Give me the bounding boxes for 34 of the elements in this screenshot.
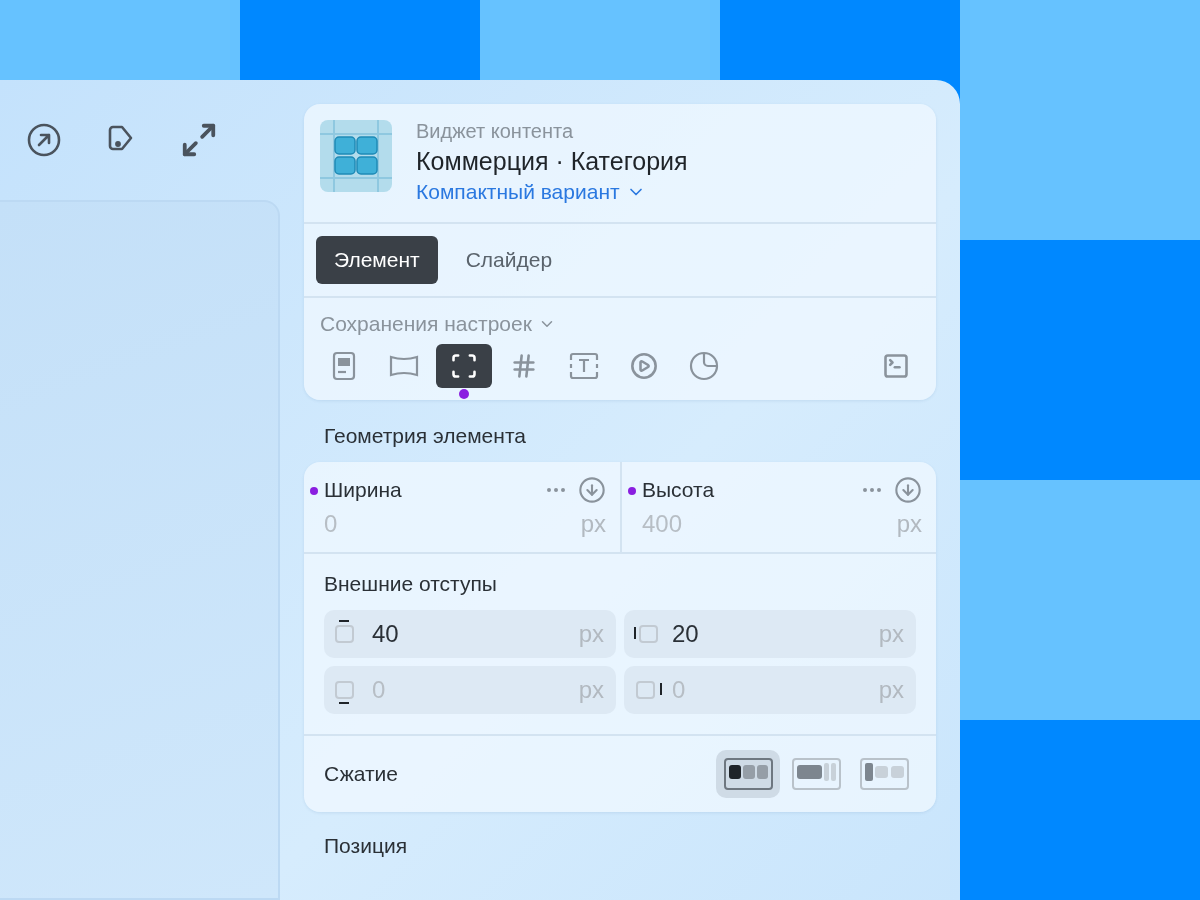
value-input[interactable]: 20	[672, 620, 869, 648]
section-title: Позиция	[323, 833, 409, 858]
terminal-icon	[882, 352, 910, 380]
tool-button[interactable]	[436, 344, 492, 388]
grid-icon	[510, 352, 538, 380]
widget-title: Коммерция · Категория	[416, 147, 688, 176]
layout-option-icon	[859, 758, 909, 790]
field-label: Внешние отступы	[324, 572, 498, 596]
value-input[interactable]: 400	[642, 510, 897, 538]
expand-icon[interactable]	[180, 121, 218, 159]
tab[interactable]: Элемент	[316, 236, 438, 284]
banner-icon	[389, 354, 419, 378]
layout-option-icon	[723, 758, 773, 790]
text-box-icon	[569, 352, 599, 380]
play-icon	[630, 352, 658, 380]
field-label: Сжатие	[324, 762, 399, 786]
layout-option-icon	[791, 758, 841, 790]
widget-grid-icon	[320, 120, 392, 192]
arrow-down-circle-icon[interactable]	[578, 476, 606, 504]
active-dot	[459, 389, 469, 399]
card-icon	[332, 351, 356, 381]
widget-caption: Виджет контента	[416, 120, 575, 143]
sticker-icon	[689, 351, 719, 381]
field-label: Высота	[642, 478, 716, 502]
section-title: Геометрия элемента	[323, 423, 527, 449]
arrow-circle-icon[interactable]	[26, 122, 62, 158]
frame-icon	[450, 352, 478, 380]
value-input[interactable]: 0	[324, 510, 581, 538]
value-input[interactable]: 40	[372, 620, 569, 648]
variant-dropdown[interactable]: Компактный вариант	[416, 180, 688, 204]
field-label: Ширина	[324, 478, 403, 502]
layout-option[interactable]	[716, 750, 780, 798]
arrow-down-circle-icon[interactable]	[894, 476, 922, 504]
tab[interactable]: Слайдер	[447, 236, 571, 284]
